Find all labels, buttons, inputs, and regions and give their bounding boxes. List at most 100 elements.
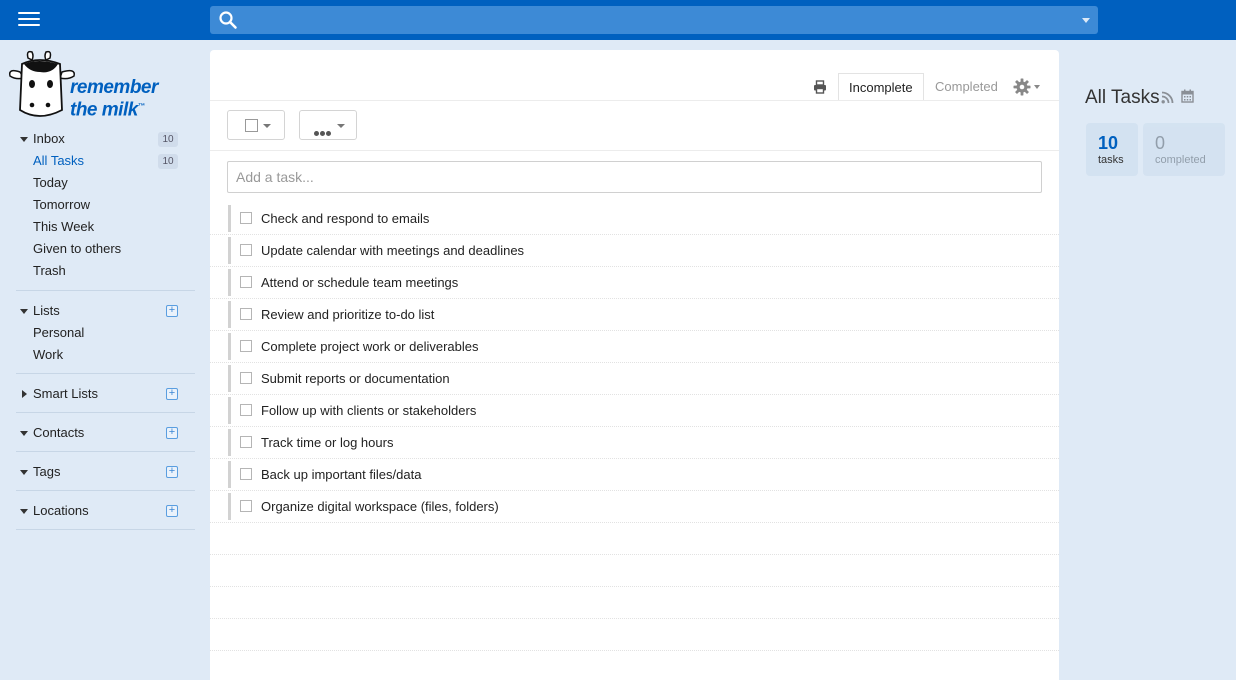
priority-bar [228, 365, 231, 392]
priority-bar [228, 301, 231, 328]
task-list: Check and respond to emails Update calen… [210, 203, 1059, 651]
all-tasks-count-badge: 10 [158, 154, 178, 169]
contacts-collapse-triangle-icon[interactable] [20, 431, 28, 436]
task-name[interactable]: Attend or schedule team meetings [261, 267, 458, 299]
add-location-plus-icon[interactable]: + [166, 505, 178, 517]
task-name[interactable]: Update calendar with meetings and deadli… [261, 235, 524, 267]
sidebar-section-locations[interactable]: Locations [33, 501, 89, 521]
add-contact-plus-icon[interactable]: + [166, 427, 178, 439]
task-row[interactable]: Submit reports or documentation [210, 363, 1059, 395]
task-row[interactable]: Review and prioritize to-do list [210, 299, 1059, 331]
completed-count-stat[interactable]: 0 completed [1143, 123, 1225, 176]
top-bar [0, 0, 1236, 40]
task-checkbox[interactable] [240, 244, 252, 256]
task-row[interactable]: Attend or schedule team meetings [210, 267, 1059, 299]
task-name[interactable]: Organize digital workspace (files, folde… [261, 491, 499, 523]
sidebar-item-personal[interactable]: Personal [33, 323, 84, 343]
sidebar-section-contacts[interactable]: Contacts [33, 423, 84, 443]
task-name[interactable]: Check and respond to emails [261, 203, 429, 235]
rss-feed-icon[interactable] [1161, 91, 1174, 104]
add-task-input[interactable] [227, 161, 1042, 193]
search-input[interactable] [246, 6, 1066, 34]
search-options-chevron-down-icon[interactable] [1082, 18, 1090, 23]
sidebar-item-all-tasks[interactable]: All Tasks [33, 151, 84, 171]
sidebar-divider [16, 373, 195, 374]
sidebar-section-lists[interactable]: Lists [33, 301, 60, 321]
sidebar-divider [16, 490, 195, 491]
sidebar-divider [16, 529, 195, 530]
task-checkbox[interactable] [240, 436, 252, 448]
task-name[interactable]: Complete project work or deliverables [261, 331, 478, 363]
lists-collapse-triangle-icon[interactable] [20, 309, 28, 314]
task-row[interactable]: Check and respond to emails [210, 203, 1059, 235]
task-checkbox[interactable] [240, 468, 252, 480]
search-icon[interactable] [218, 10, 238, 30]
tab-incomplete[interactable]: Incomplete [838, 73, 924, 101]
sidebar-section-smart-lists[interactable]: Smart Lists [33, 384, 98, 404]
add-tag-plus-icon[interactable]: + [166, 466, 178, 478]
more-actions-button[interactable] [299, 110, 357, 140]
search-bar[interactable] [210, 6, 1098, 34]
tags-collapse-triangle-icon[interactable] [20, 470, 28, 475]
task-name[interactable]: Back up important files/data [261, 459, 421, 491]
task-checkbox[interactable] [240, 308, 252, 320]
task-row[interactable]: Organize digital workspace (files, folde… [210, 491, 1059, 523]
smart-lists-expand-triangle-icon[interactable] [22, 390, 27, 398]
tasks-count-label: tasks [1098, 154, 1124, 166]
remember-the-milk-logo[interactable]: remember the milk™ [8, 50, 168, 122]
task-row[interactable]: Back up important files/data [210, 459, 1059, 491]
gear-icon[interactable] [1013, 78, 1031, 96]
task-name[interactable]: Submit reports or documentation [261, 363, 450, 395]
sidebar-section-tags[interactable]: Tags [33, 462, 60, 482]
task-checkbox[interactable] [240, 500, 252, 512]
print-icon[interactable] [813, 80, 827, 94]
empty-row [210, 619, 1059, 651]
sidebar-item-trash[interactable]: Trash [33, 261, 66, 281]
settings-chevron-down-icon[interactable] [1034, 85, 1040, 89]
task-checkbox[interactable] [240, 340, 252, 352]
inbox-collapse-triangle-icon[interactable] [20, 137, 28, 142]
task-list-panel: Incomplete Completed Check and respon [210, 50, 1059, 680]
task-name[interactable]: Review and prioritize to-do list [261, 299, 434, 331]
task-row[interactable]: Track time or log hours [210, 427, 1059, 459]
sidebar-item-this-week[interactable]: This Week [33, 217, 94, 237]
task-checkbox[interactable] [240, 372, 252, 384]
sidebar-item-tomorrow[interactable]: Tomorrow [33, 195, 90, 215]
add-list-plus-icon[interactable]: + [166, 305, 178, 317]
sidebar-item-work[interactable]: Work [33, 345, 63, 365]
priority-bar [228, 333, 231, 360]
priority-bar [228, 493, 231, 520]
sidebar-item-today[interactable]: Today [33, 173, 68, 193]
sidebar-item-inbox[interactable]: Inbox [33, 129, 65, 149]
select-all-checkbox[interactable] [245, 119, 258, 132]
select-tasks-button[interactable] [227, 110, 285, 140]
tasks-count-value: 10 [1098, 133, 1119, 153]
task-checkbox[interactable] [240, 212, 252, 224]
task-row[interactable]: Update calendar with meetings and deadli… [210, 235, 1059, 267]
empty-row [210, 523, 1059, 555]
task-name[interactable]: Follow up with clients or stakeholders [261, 395, 476, 427]
locations-collapse-triangle-icon[interactable] [20, 509, 28, 514]
task-row[interactable]: Complete project work or deliverables [210, 331, 1059, 363]
priority-bar [228, 237, 231, 264]
select-chevron-down-icon [263, 124, 271, 128]
task-name[interactable]: Track time or log hours [261, 427, 393, 459]
list-title: All Tasks [1085, 87, 1160, 108]
task-row[interactable]: Follow up with clients or stakeholders [210, 395, 1059, 427]
more-chevron-down-icon [337, 124, 345, 128]
priority-bar [228, 269, 231, 296]
hamburger-menu-icon[interactable] [18, 12, 40, 28]
tasks-count-stat[interactable]: 10 tasks [1086, 123, 1138, 176]
priority-bar [228, 397, 231, 424]
sidebar-item-given-to-others[interactable]: Given to others [33, 239, 121, 259]
logo-wordmark: remember the milk™ [70, 77, 158, 121]
task-checkbox[interactable] [240, 404, 252, 416]
calendar-icon[interactable] [1181, 89, 1194, 103]
tab-completed[interactable]: Completed [925, 73, 1008, 101]
priority-bar [228, 461, 231, 488]
sidebar-divider [16, 451, 195, 452]
toolbar-divider [210, 150, 1059, 151]
header-divider [210, 100, 1059, 101]
add-smart-list-plus-icon[interactable]: + [166, 388, 178, 400]
task-checkbox[interactable] [240, 276, 252, 288]
